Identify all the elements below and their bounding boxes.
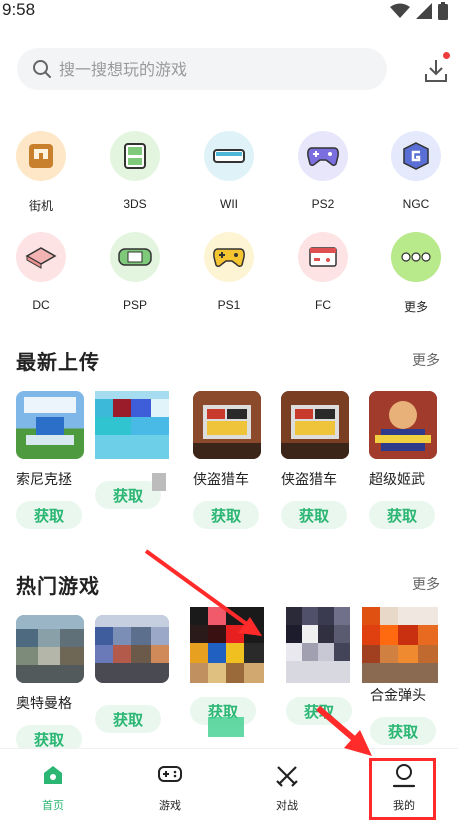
game-name: 超级姬武 bbox=[369, 472, 425, 488]
gamepad-icon bbox=[298, 131, 348, 181]
platform-ps2[interactable]: PS2 bbox=[283, 131, 363, 211]
game-thumbnail[interactable] bbox=[95, 391, 169, 459]
nav-label: 首页 bbox=[42, 799, 64, 812]
platform-label: WII bbox=[220, 197, 238, 211]
nav-label: 游戏 bbox=[159, 799, 181, 812]
game-thumbnail[interactable] bbox=[286, 607, 350, 683]
platform-ps1[interactable]: PS1 bbox=[189, 232, 269, 312]
platform-dc[interactable]: DC bbox=[1, 232, 81, 312]
download-icon bbox=[425, 60, 447, 82]
status-bar: 9:58 bbox=[0, 0, 458, 26]
game-card[interactable]: 获取 bbox=[286, 607, 358, 725]
game-card[interactable]: 侠盗猎车 获取 bbox=[193, 391, 265, 529]
platform-label: DC bbox=[32, 298, 50, 312]
platform-arcade[interactable]: 街机 bbox=[1, 131, 81, 214]
ps1-controller-icon bbox=[204, 232, 254, 282]
system-icons bbox=[390, 2, 448, 20]
platform-label: PSP bbox=[122, 298, 147, 312]
more-icon bbox=[391, 232, 441, 282]
game-thumbnail[interactable] bbox=[281, 391, 349, 459]
game-card[interactable]: 获取 bbox=[95, 391, 169, 509]
get-button[interactable]: 获取 bbox=[369, 501, 435, 529]
blurred-patch bbox=[208, 717, 244, 737]
famicom-icon bbox=[298, 232, 348, 282]
game-thumbnail[interactable] bbox=[16, 615, 84, 683]
status-time: 9:58 bbox=[2, 0, 36, 19]
search-bar[interactable] bbox=[17, 48, 387, 90]
arcade-icon bbox=[16, 131, 66, 181]
app-screen: 9:58 搜一搜想玩的游戏 街机 3DS WII PS2 NGC DC PSP … bbox=[0, 0, 458, 820]
gamepad-icon bbox=[158, 766, 182, 782]
platform-more[interactable]: 更多 bbox=[376, 232, 456, 315]
get-button[interactable]: 获取 bbox=[16, 501, 82, 529]
game-card[interactable]: 索尼克拯 获取 bbox=[16, 391, 88, 529]
section-title-latest: 最新上传 bbox=[16, 350, 100, 374]
game-thumbnail[interactable] bbox=[95, 615, 169, 683]
get-button[interactable]: 获取 bbox=[281, 501, 347, 529]
game-thumbnail[interactable] bbox=[362, 607, 438, 683]
game-thumbnail[interactable] bbox=[16, 391, 84, 459]
notification-dot bbox=[443, 52, 450, 59]
crossed-swords-icon bbox=[276, 766, 298, 787]
wifi-icon bbox=[390, 3, 410, 18]
search-input[interactable] bbox=[59, 48, 369, 90]
nav-home[interactable]: 首页 bbox=[23, 763, 83, 813]
platform-ngc[interactable]: NGC bbox=[376, 131, 456, 211]
game-card[interactable]: 获取 bbox=[95, 615, 169, 733]
latest-more-link[interactable]: 更多 bbox=[412, 350, 440, 370]
game-card[interactable]: 合金弹头 获取 bbox=[362, 607, 438, 745]
gamecube-icon bbox=[391, 131, 441, 181]
game-thumbnail[interactable] bbox=[190, 607, 264, 683]
platform-label: PS1 bbox=[217, 298, 241, 312]
nav-games[interactable]: 游戏 bbox=[140, 763, 200, 813]
psp-icon bbox=[110, 232, 160, 282]
game-card[interactable]: 超级姬武 获取 bbox=[369, 391, 441, 529]
game-thumbnail[interactable] bbox=[193, 391, 261, 459]
platform-fc[interactable]: FC bbox=[283, 232, 363, 312]
game-name: 奥特曼格 bbox=[16, 696, 72, 712]
game-card[interactable]: 获取 bbox=[190, 607, 264, 737]
get-button[interactable]: 获取 bbox=[286, 697, 352, 725]
get-button[interactable]: 获取 bbox=[370, 717, 436, 745]
nav-label: 对战 bbox=[276, 799, 298, 812]
game-card[interactable]: 奥特曼格 获取 bbox=[16, 615, 88, 753]
signal-icon bbox=[416, 3, 432, 19]
platform-label: 3DS bbox=[123, 197, 147, 211]
game-name: 合金弹头 bbox=[370, 688, 426, 704]
search-icon bbox=[33, 60, 51, 78]
get-button[interactable]: 获取 bbox=[193, 501, 259, 529]
platform-3ds[interactable]: 3DS bbox=[95, 131, 175, 211]
blurred-text-patch bbox=[152, 473, 166, 491]
platform-label: FC bbox=[315, 298, 331, 312]
nav-battle[interactable]: 对战 bbox=[257, 763, 317, 813]
annotation-highlight-box bbox=[369, 758, 436, 820]
section-title-hot: 热门游戏 bbox=[16, 574, 100, 598]
game-name: 侠盗猎车 bbox=[281, 472, 337, 488]
game-name: 索尼克拯 bbox=[16, 472, 72, 488]
home-icon bbox=[44, 766, 62, 784]
platform-label: 街机 bbox=[28, 199, 53, 213]
game-name: 侠盗猎车 bbox=[193, 472, 249, 488]
platform-label: NGC bbox=[402, 197, 430, 211]
download-button[interactable] bbox=[420, 52, 452, 86]
game-thumbnail[interactable] bbox=[369, 391, 437, 459]
dreamcast-icon bbox=[16, 232, 66, 282]
3ds-icon bbox=[110, 131, 160, 181]
platform-psp[interactable]: PSP bbox=[95, 232, 175, 312]
platform-label: PS2 bbox=[311, 197, 335, 211]
platform-wii[interactable]: WII bbox=[189, 131, 269, 211]
hot-more-link[interactable]: 更多 bbox=[412, 574, 440, 594]
platform-label: 更多 bbox=[403, 300, 428, 314]
game-card[interactable]: 侠盗猎车 获取 bbox=[281, 391, 353, 529]
wii-icon bbox=[204, 131, 254, 181]
get-button[interactable]: 获取 bbox=[95, 705, 161, 733]
battery-icon bbox=[438, 2, 448, 20]
